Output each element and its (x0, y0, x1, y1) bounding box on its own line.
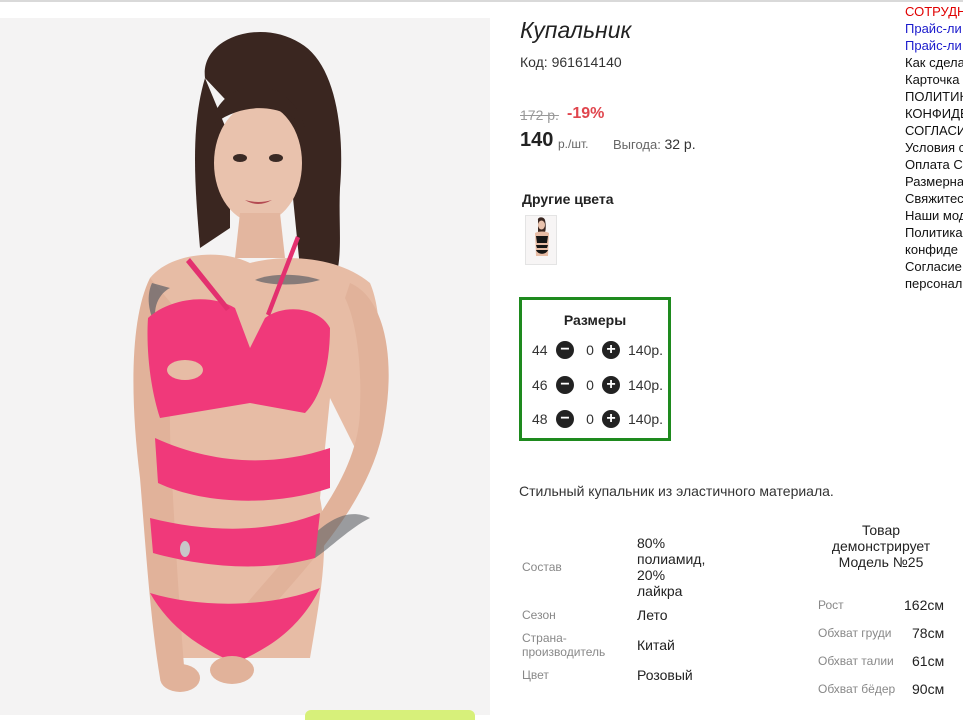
size-label: 48 (532, 411, 548, 427)
spec-value-country: Китай (637, 637, 675, 653)
side-menu-link[interactable]: Согласие (905, 258, 963, 275)
side-menu-link[interactable]: СОТРУДН (905, 3, 963, 20)
other-colors-heading: Другие цвета (522, 191, 614, 207)
spec-label-composition: Состав (522, 560, 562, 574)
promo-strip[interactable] (305, 710, 475, 720)
spec-value-composition: 80% полиамид, 20% лайкра (637, 535, 706, 599)
size-quantity[interactable]: 0 (584, 342, 596, 358)
side-menu: СОТРУДН Прайс-ли Прайс-ли Как сдела Карточка… (905, 3, 963, 292)
measurement-label-height: Рост (818, 598, 844, 612)
side-menu-link[interactable]: Свяжитес (905, 190, 963, 207)
benefit: Выгода: 32 р. (613, 136, 696, 152)
side-menu-link[interactable]: Прайс-ли (905, 20, 963, 37)
spec-label-country: Страна- производитель (522, 631, 606, 659)
side-menu-link[interactable]: Прайс-ли (905, 37, 963, 54)
minus-icon[interactable]: − (556, 376, 574, 394)
measurement-value-waist: 61см (912, 653, 945, 669)
sizes-panel: Размеры 44 − 0 + 140р. 46 − 0 + 140р. 48… (519, 297, 671, 441)
benefit-label: Выгода: (613, 137, 661, 152)
side-menu-link[interactable]: Условия с (905, 139, 963, 156)
model-illustration (133, 31, 389, 692)
measurement-label-hips: Обхват бёдер (818, 682, 896, 696)
minus-icon[interactable]: − (556, 341, 574, 359)
color-variant-thumbnail[interactable] (525, 215, 557, 265)
product-photo[interactable] (0, 18, 490, 715)
measurement-label-waist: Обхват талии (818, 654, 894, 668)
side-menu-link[interactable]: конфиде (905, 241, 963, 258)
plus-icon[interactable]: + (602, 410, 620, 428)
current-price: 140 (520, 129, 554, 151)
measurement-value-height: 162см (904, 597, 944, 613)
size-price: 140р. (628, 411, 664, 427)
side-menu-link[interactable]: Наши мод (905, 207, 963, 224)
spec-value-season: Лето (637, 607, 668, 623)
top-divider (0, 0, 963, 2)
size-label: 46 (532, 377, 548, 393)
spec-value-color: Розовый (637, 667, 693, 683)
side-menu-link[interactable]: персонал (905, 275, 963, 292)
side-menu-link[interactable]: Размерна (905, 173, 963, 190)
side-menu-link[interactable]: КОНФИДЕ (905, 105, 963, 122)
size-label: 44 (532, 342, 548, 358)
plus-icon[interactable]: + (602, 376, 620, 394)
product-code: Код: 961614140 (520, 54, 622, 70)
product-description: Стильный купальник из эластичного матери… (519, 483, 834, 499)
measurement-label-chest: Обхват груди (818, 626, 892, 640)
side-menu-link[interactable]: Как сдела (905, 54, 963, 71)
size-quantity[interactable]: 0 (584, 377, 596, 393)
variant-swimsuit-icon (535, 217, 549, 256)
side-menu-link[interactable]: ПОЛИТИК (905, 88, 963, 105)
benefit-value: 32 р. (664, 136, 696, 152)
model-heading: Товар демонстрирует Модель №25 (831, 522, 931, 570)
size-price: 140р. (628, 342, 664, 358)
spec-label-color: Цвет (522, 668, 549, 682)
measurement-value-hips: 90см (912, 681, 945, 697)
sizes-heading: Размеры (563, 312, 627, 328)
side-menu-link[interactable]: Политика (905, 224, 963, 241)
size-price: 140р. (628, 377, 664, 393)
minus-icon[interactable]: − (556, 410, 574, 428)
price-unit: р./шт. (558, 137, 589, 151)
product-title: Купальник (520, 17, 632, 43)
old-price: 172 р. (520, 107, 559, 123)
spec-label-season: Сезон (522, 608, 556, 622)
side-menu-link[interactable]: Карточка (905, 71, 963, 88)
size-quantity[interactable]: 0 (584, 411, 596, 427)
discount-badge: -19% (567, 105, 605, 122)
measurement-value-chest: 78см (912, 625, 945, 641)
side-menu-link[interactable]: СОГЛАСИ (905, 122, 963, 139)
side-menu-link[interactable]: Оплата С (905, 156, 963, 173)
plus-icon[interactable]: + (602, 341, 620, 359)
